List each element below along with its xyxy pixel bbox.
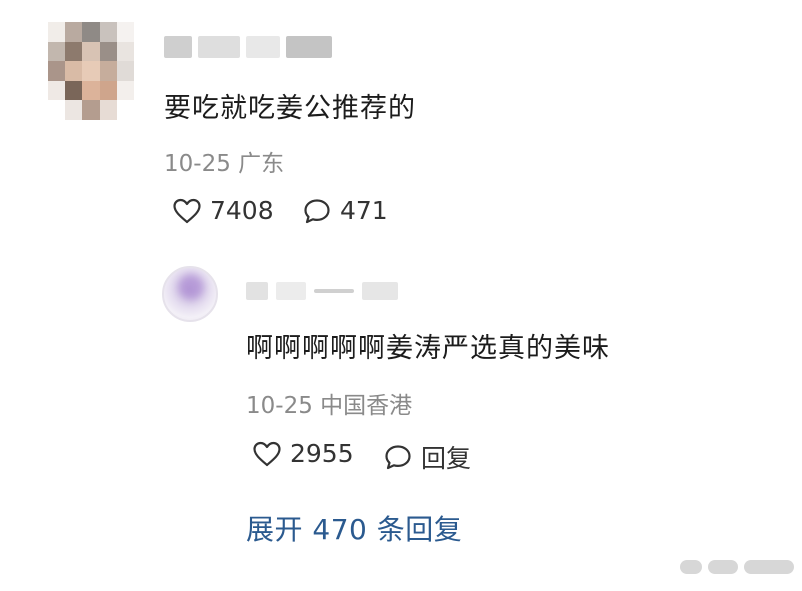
reply-like-count: 2955: [290, 439, 354, 468]
expand-replies-link[interactable]: 展开 470 条回复: [246, 508, 462, 548]
replier-name-blurred[interactable]: [246, 278, 406, 304]
reply-like-button[interactable]: 2955: [252, 439, 354, 468]
comment-location: 广东: [238, 151, 285, 177]
reply-meta: 10-25 中国香港: [246, 386, 412, 420]
reply-location: 中国香港: [320, 393, 413, 419]
comment-reply-count: 471: [340, 196, 388, 225]
replier-avatar[interactable]: [162, 266, 218, 322]
heart-icon: [172, 197, 202, 225]
reply-reply-button[interactable]: 回复: [383, 439, 471, 475]
reply-reply-label: 回复: [421, 444, 472, 473]
commenter-name-blurred[interactable]: [164, 32, 354, 62]
comment-date: 10-25: [164, 151, 231, 177]
heart-icon: [252, 440, 282, 468]
comment-like-count: 7408: [210, 196, 274, 225]
comment-reply-count-button[interactable]: 471: [302, 196, 388, 225]
speech-bubble-icon: [302, 197, 332, 225]
reply-date: 10-25: [246, 393, 313, 419]
speech-bubble-icon: [383, 443, 413, 471]
comment-like-button[interactable]: 7408: [172, 196, 274, 225]
comment-meta: 10-25 广东: [164, 144, 284, 178]
reply-text: 啊啊啊啊啊姜涛严选真的美味: [246, 333, 610, 364]
watermark-blurred: [680, 560, 794, 574]
commenter-avatar[interactable]: [48, 22, 134, 120]
comment-text: 要吃就吃姜公推荐的: [164, 93, 416, 124]
